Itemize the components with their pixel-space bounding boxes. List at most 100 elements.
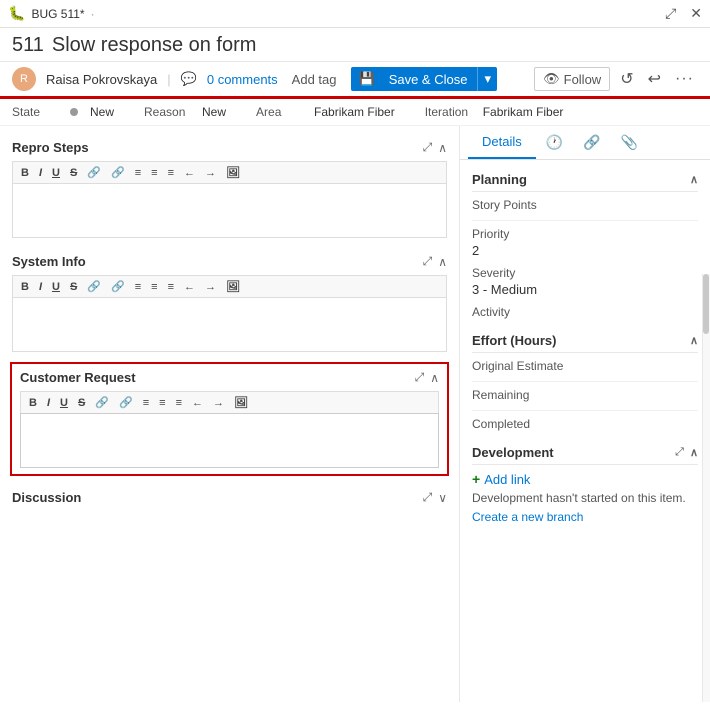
comments-link[interactable]: 0 comments [207, 72, 278, 87]
severity-field: Severity 3 - Medium [472, 266, 698, 297]
repro-list3-btn[interactable]: ≡ [164, 165, 178, 180]
follow-button[interactable]: 👁 Follow [534, 67, 610, 91]
user-name: Raisa Pokrovskaya [46, 72, 157, 87]
title-bar-dot: · [91, 7, 95, 21]
work-item-header: 511 Slow response on form [0, 28, 710, 62]
repro-italic-btn[interactable]: I [35, 165, 46, 180]
creq-strikethrough-btn[interactable]: S [74, 395, 89, 410]
add-tag-button[interactable]: Add tag [288, 70, 341, 89]
development-title: Development [472, 445, 554, 460]
priority-value[interactable]: 2 [472, 243, 698, 258]
right-scrollbar[interactable] [702, 274, 710, 702]
create-branch-link[interactable]: Create a new branch [472, 510, 583, 524]
system-info-expand-button[interactable]: ⤢ [423, 254, 433, 269]
creq-list2-btn[interactable]: ≡ [155, 395, 169, 410]
activity-label: Activity [472, 305, 698, 319]
iteration-value[interactable]: Fabrikam Fiber [483, 105, 564, 119]
creq-outdent-btn[interactable]: ← [188, 395, 207, 410]
state-dot [70, 108, 78, 116]
development-collapse-button[interactable]: ∧ [690, 446, 698, 459]
repro-image-btn[interactable]: 🖼 [222, 165, 244, 180]
system-info-editor[interactable] [12, 297, 447, 352]
sysinfo-link1-btn[interactable]: 🔗 [83, 279, 105, 294]
repro-bold-btn[interactable]: B [17, 165, 33, 180]
development-expand-button[interactable]: ⤢ [675, 446, 684, 459]
creq-bold-btn[interactable]: B [25, 395, 41, 410]
sysinfo-link2-btn[interactable]: 🔗 [107, 279, 129, 294]
state-value[interactable]: New [90, 105, 114, 119]
comment-icon: 💬 [181, 71, 197, 87]
right-panel: Details 🕐 🔗 📎 Planning ∧ Story Points Pr… [460, 126, 710, 702]
creq-underline-btn[interactable]: U [56, 395, 72, 410]
sysinfo-outdent-btn[interactable]: ← [180, 279, 199, 294]
sysinfo-bold-btn[interactable]: B [17, 279, 33, 294]
creq-italic-btn[interactable]: I [43, 395, 54, 410]
sysinfo-strikethrough-btn[interactable]: S [66, 279, 81, 294]
creq-image-btn[interactable]: 🖼 [230, 395, 252, 410]
customer-request-collapse-button[interactable]: ∧ [430, 371, 439, 385]
add-link-button[interactable]: + Add link [472, 471, 698, 487]
development-section-header: Development ⤢ ∧ [472, 441, 698, 465]
separator-1: | [167, 72, 170, 87]
expand-icon[interactable]: ⤢ [665, 5, 676, 22]
tab-attachments[interactable]: 📎 [611, 126, 648, 159]
story-points-field: Story Points [472, 198, 698, 212]
repro-link1-btn[interactable]: 🔗 [83, 165, 105, 180]
severity-value[interactable]: 3 - Medium [472, 282, 698, 297]
discussion-expand-button[interactable]: ⤢ [423, 490, 433, 505]
work-item-id: 511 [12, 34, 44, 57]
sysinfo-list2-btn[interactable]: ≡ [147, 279, 161, 294]
toolbar-right: 👁 Follow ↺ ↩ ··· [534, 67, 698, 91]
separator-planning-1 [472, 220, 698, 221]
repro-steps-expand-button[interactable]: ⤢ [423, 140, 433, 155]
save-close-button[interactable]: 💾 Save & Close ▾ [351, 67, 497, 91]
system-info-section: System Info ⤢ ∧ B I U S 🔗 🔗 ≡ ≡ ≡ ← → 🖼 [0, 248, 459, 358]
area-value[interactable]: Fabrikam Fiber [314, 105, 395, 119]
title-bar: 🐛 BUG 511* · ⤢ ✕ [0, 0, 710, 28]
repro-underline-btn[interactable]: U [48, 165, 64, 180]
main-content: Repro Steps ⤢ ∧ B I U S 🔗 🔗 ≡ ≡ ≡ ← → 🖼 [0, 126, 710, 702]
refresh-button[interactable]: ↺ [616, 67, 637, 91]
system-info-controls: ⤢ ∧ [423, 254, 447, 269]
sysinfo-italic-btn[interactable]: I [35, 279, 46, 294]
sysinfo-indent-btn[interactable]: → [201, 279, 220, 294]
repro-outdent-btn[interactable]: ← [180, 165, 199, 180]
repro-list1-btn[interactable]: ≡ [131, 165, 145, 180]
customer-request-editor[interactable] [20, 413, 439, 468]
system-info-collapse-button[interactable]: ∧ [438, 255, 447, 269]
repro-indent-btn[interactable]: → [201, 165, 220, 180]
more-button[interactable]: ··· [671, 68, 698, 90]
planning-collapse-button[interactable]: ∧ [690, 173, 698, 186]
creq-list3-btn[interactable]: ≡ [172, 395, 186, 410]
discussion-section: Discussion ⤢ ∨ [0, 484, 459, 517]
repro-link2-btn[interactable]: 🔗 [107, 165, 129, 180]
effort-section-header: Effort (Hours) ∧ [472, 329, 698, 353]
tabs-bar: Details 🕐 🔗 📎 [460, 126, 710, 160]
tab-history[interactable]: 🕐 [536, 126, 573, 159]
creq-link2-btn[interactable]: 🔗 [115, 395, 137, 410]
state-label: State [12, 105, 62, 119]
undo-button[interactable]: ↩ [644, 67, 665, 91]
creq-indent-btn[interactable]: → [209, 395, 228, 410]
repro-steps-collapse-button[interactable]: ∧ [438, 141, 447, 155]
tab-links[interactable]: 🔗 [573, 126, 610, 159]
sysinfo-underline-btn[interactable]: U [48, 279, 64, 294]
title-bar-controls: ⤢ ✕ [665, 5, 702, 22]
tab-details[interactable]: Details [468, 126, 536, 159]
repro-list2-btn[interactable]: ≡ [147, 165, 161, 180]
discussion-collapse-button[interactable]: ∨ [438, 491, 447, 505]
reason-value[interactable]: New [202, 105, 226, 119]
repro-strikethrough-btn[interactable]: S [66, 165, 81, 180]
repro-steps-editor[interactable] [12, 183, 447, 238]
close-icon[interactable]: ✕ [690, 5, 702, 22]
effort-title: Effort (Hours) [472, 333, 557, 348]
sysinfo-list3-btn[interactable]: ≡ [164, 279, 178, 294]
save-icon: 💾 [351, 67, 379, 91]
effort-collapse-button[interactable]: ∧ [690, 334, 698, 347]
sysinfo-image-btn[interactable]: 🖼 [222, 279, 244, 294]
save-close-arrow[interactable]: ▾ [477, 67, 497, 91]
sysinfo-list1-btn[interactable]: ≡ [131, 279, 145, 294]
creq-link1-btn[interactable]: 🔗 [91, 395, 113, 410]
creq-list1-btn[interactable]: ≡ [139, 395, 153, 410]
customer-request-expand-button[interactable]: ⤢ [415, 370, 425, 385]
